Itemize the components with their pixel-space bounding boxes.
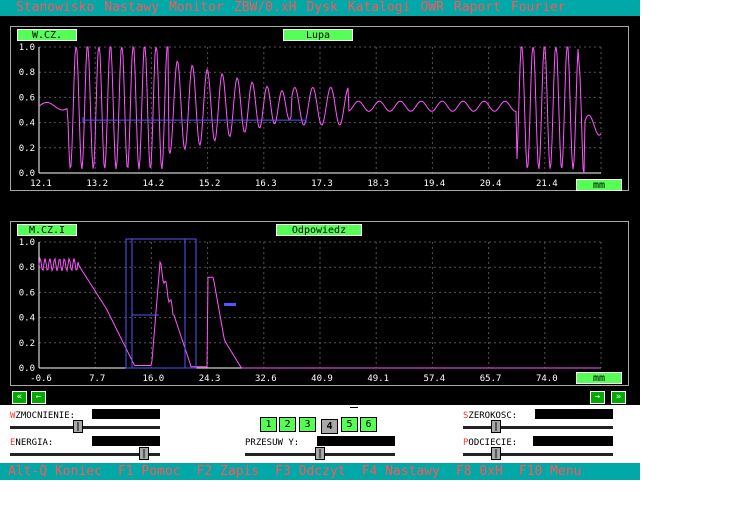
bottom-x-tick-label: 40.9 [311, 374, 333, 384]
scroll-bar[interactable]: « ← → » [10, 390, 629, 405]
scroll-prev-button[interactable]: ← [31, 391, 46, 404]
menu-item-dysk[interactable]: Dysk [297, 0, 338, 16]
bottom-panel: M.CZ.I Odpowiedz 1.0 0.8 0.6 0.4 0.2 0.0 -0.6 7… [10, 221, 629, 386]
bottom-y-tick-label: 0.2 [19, 339, 35, 349]
top-y-tick-label: 0.0 [19, 169, 35, 179]
top-x-tick-label: 15.2 [199, 179, 221, 189]
szerokosc-value [535, 409, 613, 419]
bottom-y-tick-label: 0.6 [19, 288, 35, 298]
bottom-x-tick-label: 16.0 [143, 374, 165, 384]
selector-marker [350, 407, 358, 408]
przesuw-slider-thumb[interactable] [315, 447, 325, 460]
controls-panel: WZMOCNIENIE: ENERGIA: PRZESUW Y: SZEROKO… [0, 405, 640, 463]
bottom-x-tick-label: 57.4 [424, 374, 446, 384]
channel-button-6[interactable]: 6 [360, 417, 377, 432]
menu-item-zbw-0-xh[interactable]: ZBW/0.xH [224, 0, 297, 16]
energia-value [92, 436, 160, 446]
podciecie-value [533, 436, 613, 446]
top-x-tick-label: 18.3 [367, 179, 389, 189]
scroll-first-button[interactable]: « [12, 391, 27, 404]
szerokosc-slider-track[interactable] [463, 426, 613, 429]
top-x-tick-label: 13.2 [86, 179, 108, 189]
przesuw-value [317, 436, 395, 446]
channel-button-3[interactable]: 3 [299, 417, 316, 432]
bottom-x-tick-label: 65.7 [480, 374, 502, 384]
top-y-tick-label: 0.8 [19, 68, 35, 78]
menu-item-owr[interactable]: OWR [410, 0, 443, 16]
energia-slider-thumb[interactable] [138, 447, 149, 460]
channel-button-1[interactable]: 1 [260, 417, 277, 432]
top-x-tick-label: 20.4 [480, 179, 502, 189]
status-f8-0xh[interactable]: F8 0xH [440, 463, 503, 480]
przesuw-label: PRZESUW Y: [245, 438, 300, 448]
top-y-tick-label: 0.4 [19, 119, 35, 129]
top-x-tick-label: 17.3 [311, 179, 333, 189]
wzmocnienie-slider-thumb[interactable] [73, 420, 83, 433]
bottom-x-tick-label: 7.7 [89, 374, 105, 384]
bottom-x-tick-label: 32.6 [255, 374, 277, 384]
scroll-track[interactable] [62, 394, 592, 401]
wzmocnienie-value [92, 409, 160, 419]
menu-bar: Stanowisko Nastawy Monitor ZBW/0.xH Dysk Kata… [0, 0, 640, 16]
status-bar: Alt-Q Koniec F1 Pomoc F2 Zapis F3 Odczyt F4 … [0, 463, 640, 480]
energia-label: ENERGIA: [10, 438, 54, 448]
bottom-x-tick-label: 74.0 [536, 374, 558, 384]
status-alt-q-koniec[interactable]: Alt-Q Koniec [0, 463, 102, 480]
menu-item-stanowisko[interactable]: Stanowisko [0, 0, 94, 16]
channel-button-2[interactable]: 2 [279, 417, 296, 432]
status-f3-odczyt[interactable]: F3 Odczyt [259, 463, 345, 480]
menu-item-monitor[interactable]: Monitor [159, 0, 224, 16]
top-panel: W.CZ. Lupa 1.0 0.8 0.6 0.4 0.2 0.0 12.1 13.2 14.… [10, 26, 629, 191]
top-y-tick-label: 1.0 [19, 43, 35, 53]
bottom-y-tick-label: 1.0 [19, 238, 35, 248]
top-x-tick-label: 16.3 [255, 179, 277, 189]
status-f10-menu[interactable]: F10 Menu [503, 463, 582, 480]
status-f4-nastawy[interactable]: F4 Nastawy [346, 463, 440, 480]
bottom-x-tick-label: -0.6 [30, 374, 52, 384]
channel-button-5[interactable]: 5 [341, 417, 358, 432]
bottom-y-tick-label: 0.4 [19, 314, 35, 324]
menu-item-nastawy[interactable]: Nastawy [94, 0, 159, 16]
menu-item-fourier[interactable]: Fourier [501, 0, 566, 16]
top-signal-line [38, 45, 602, 174]
app-window: Stanowisko Nastawy Monitor ZBW/0.xH Dysk Kata… [0, 0, 640, 480]
top-x-tick-label: 12.1 [30, 179, 52, 189]
szerokosc-slider-thumb[interactable] [491, 420, 501, 433]
menu-item-raport[interactable]: Raport [444, 0, 501, 16]
scroll-next-button[interactable]: → [590, 391, 605, 404]
bottom-marker [224, 303, 236, 306]
menu-item-katalogi[interactable]: Katalogi [338, 0, 411, 16]
channel-button-4[interactable]: 4 [321, 419, 338, 434]
top-x-tick-label: 14.2 [143, 179, 165, 189]
wzmocnienie-label: WZMOCNIENIE: [10, 411, 76, 421]
unit-label-bottom[interactable]: mm [576, 372, 622, 384]
bottom-x-tick-label: 49.1 [367, 374, 389, 384]
podciecie-slider-track[interactable] [463, 453, 613, 456]
status-f1-pomoc[interactable]: F1 Pomoc [102, 463, 181, 480]
energia-slider-track[interactable] [10, 453, 160, 456]
wzmocnienie-slider-track[interactable] [10, 426, 160, 429]
bottom-y-tick-label: 0.0 [19, 364, 35, 374]
top-y-tick-label: 0.2 [19, 144, 35, 154]
status-f2-zapis[interactable]: F2 Zapis [181, 463, 260, 480]
bottom-x-tick-label: 24.3 [199, 374, 221, 384]
bottom-y-tick-label: 0.8 [19, 263, 35, 273]
podciecie-slider-thumb[interactable] [491, 447, 501, 460]
top-x-tick-label: 19.4 [424, 179, 446, 189]
top-x-tick-label: 21.4 [536, 179, 558, 189]
bottom-chart: 1.0 0.8 0.6 0.4 0.2 0.0-0.6 7.7 16.0 24.3 32.6 40.… [19, 238, 602, 384]
top-chart: 1.0 0.8 0.6 0.4 0.2 0.012.1 13.2 14.2 15.2 16.3 17… [19, 43, 602, 189]
top-y-tick-label: 0.6 [19, 93, 35, 103]
unit-label-top[interactable]: mm [576, 179, 622, 191]
scroll-last-button[interactable]: » [611, 391, 626, 404]
